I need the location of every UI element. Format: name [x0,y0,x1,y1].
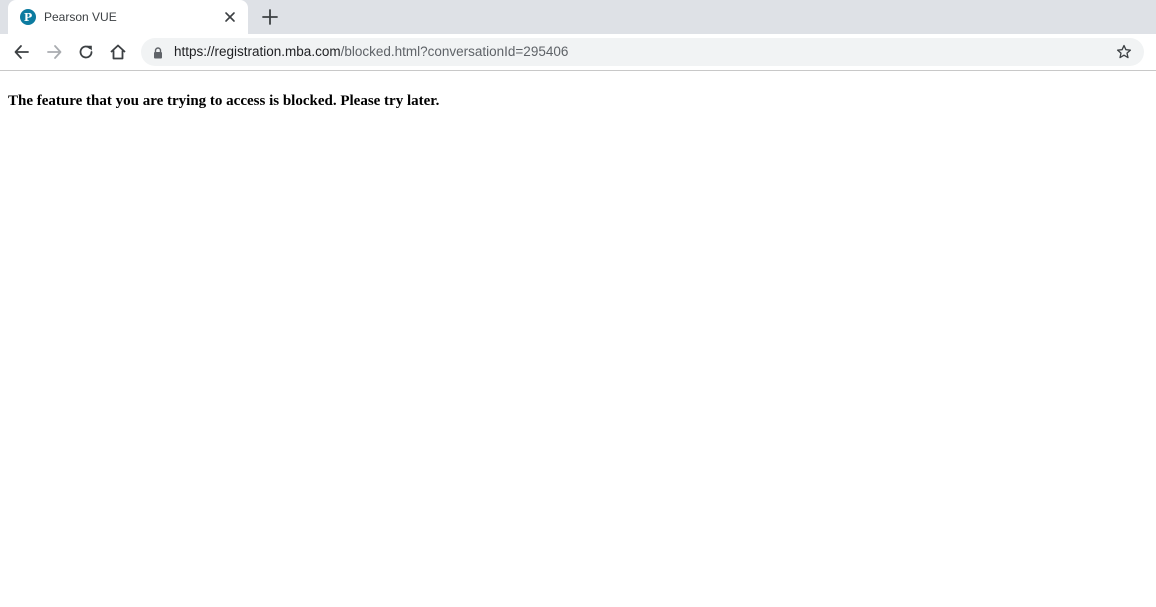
tab-pearson-vue[interactable]: P Pearson VUE [8,0,248,34]
close-icon[interactable] [222,9,238,25]
star-icon[interactable] [1116,44,1132,60]
blocked-message: The feature that you are trying to acces… [8,93,440,109]
favicon-letter: P [24,11,32,24]
plus-icon[interactable] [260,7,280,27]
home-icon[interactable] [108,42,128,62]
url-path: /blocked.html?conversationId=295406 [340,44,569,59]
tab-strip: P Pearson VUE [0,0,1156,34]
toolbar: https://registration.mba.com/blocked.htm… [0,34,1156,71]
address-bar[interactable]: https://registration.mba.com/blocked.htm… [141,38,1144,66]
page-content: The feature that you are trying to acces… [0,71,1156,607]
arrow-right-icon[interactable] [44,42,64,62]
lock-icon[interactable] [153,46,163,59]
tab-title: Pearson VUE [44,10,117,24]
url-text[interactable]: https://registration.mba.com/blocked.htm… [174,44,568,60]
arrow-left-icon[interactable] [12,42,32,62]
reload-icon[interactable] [76,42,96,62]
pearson-logo-icon: P [20,9,36,25]
url-host: https://registration.mba.com [174,44,341,59]
